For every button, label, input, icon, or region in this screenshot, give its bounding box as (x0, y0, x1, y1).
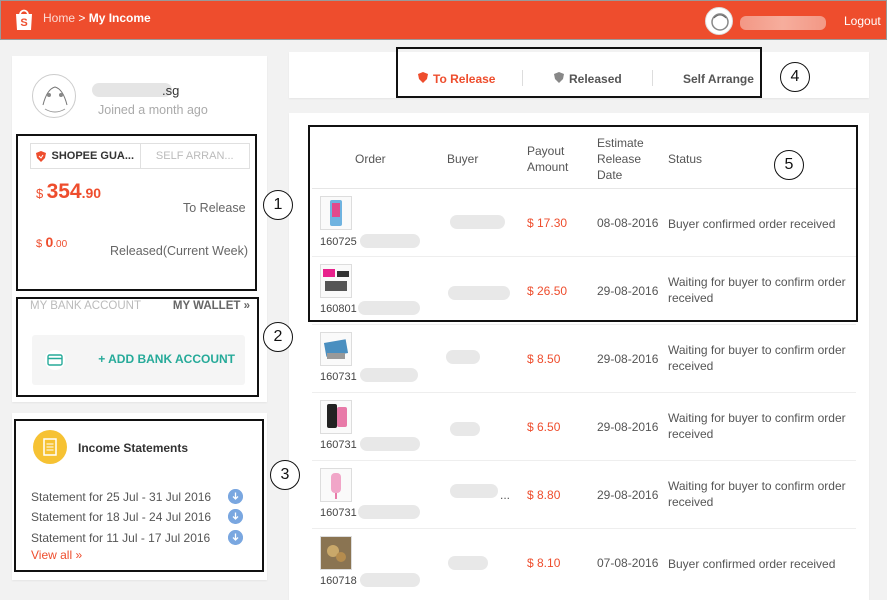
row-divider (312, 392, 856, 393)
breadcrumb-home-link[interactable]: Home (43, 11, 75, 25)
annotation-box-4 (396, 47, 762, 98)
order-status: Waiting for buyer to confirm order recei… (668, 479, 846, 509)
product-thumbnail[interactable] (320, 400, 352, 434)
payout-amount: $ 8.50 (527, 352, 561, 366)
row-divider (312, 528, 856, 529)
release-date: 29-08-2016 (597, 352, 659, 366)
release-date: 29-08-2016 (597, 488, 659, 502)
order-number-redacted (360, 573, 420, 587)
order-status: Waiting for buyer to confirm order recei… (668, 343, 846, 373)
shopee-logo-icon[interactable]: S (13, 7, 35, 32)
product-thumbnail[interactable] (320, 332, 352, 366)
annotation-marker-3: 3 (270, 460, 300, 490)
breadcrumb: Home > My Income (43, 11, 151, 25)
release-date: 07-08-2016 (597, 556, 659, 570)
annotation-box-1 (16, 134, 257, 291)
shop-name-redacted (92, 83, 172, 97)
breadcrumb-separator: > (78, 11, 86, 25)
shop-name-suffix: .sg (162, 83, 180, 98)
payout-amount: $ 8.80 (527, 488, 561, 502)
buyer-name-ellipsis: ... (500, 488, 511, 502)
annotation-box-5 (308, 125, 858, 322)
username-redacted (740, 16, 826, 30)
annotation-marker-5: 5 (774, 150, 804, 180)
payout-amount: $ 6.50 (527, 420, 561, 434)
annotation-box-3 (14, 419, 264, 572)
annotation-marker-1: 1 (263, 190, 293, 220)
order-number[interactable]: 160718 (320, 575, 357, 587)
payout-amount: $ 8.10 (527, 556, 561, 570)
order-number[interactable]: 160731 (320, 371, 357, 383)
buyer-redacted (446, 350, 480, 364)
svg-text:S: S (20, 17, 27, 29)
order-number[interactable]: 160731 (320, 439, 357, 451)
user-avatar[interactable] (705, 7, 733, 35)
breadcrumb-current: My Income (88, 11, 151, 25)
order-status: Buyer confirmed order received (668, 557, 836, 571)
logout-link[interactable]: Logout (844, 14, 881, 28)
annotation-marker-2: 2 (263, 322, 293, 352)
buyer-redacted (450, 484, 498, 498)
shop-avatar (32, 74, 76, 118)
buyer-redacted (450, 422, 480, 436)
row-divider (312, 460, 856, 461)
row-divider (312, 324, 856, 325)
product-thumbnail[interactable] (320, 536, 352, 570)
annotation-marker-4: 4 (780, 62, 810, 92)
release-date: 29-08-2016 (597, 420, 659, 434)
product-thumbnail[interactable] (320, 468, 352, 502)
order-status: Waiting for buyer to confirm order recei… (668, 411, 846, 441)
buyer-redacted (448, 556, 488, 570)
order-number-redacted (360, 437, 420, 451)
joined-date: Joined a month ago (98, 103, 208, 117)
order-number-redacted (358, 505, 420, 519)
order-number[interactable]: 160731 (320, 507, 357, 519)
annotation-box-2 (16, 297, 259, 397)
order-number-redacted (360, 368, 418, 382)
